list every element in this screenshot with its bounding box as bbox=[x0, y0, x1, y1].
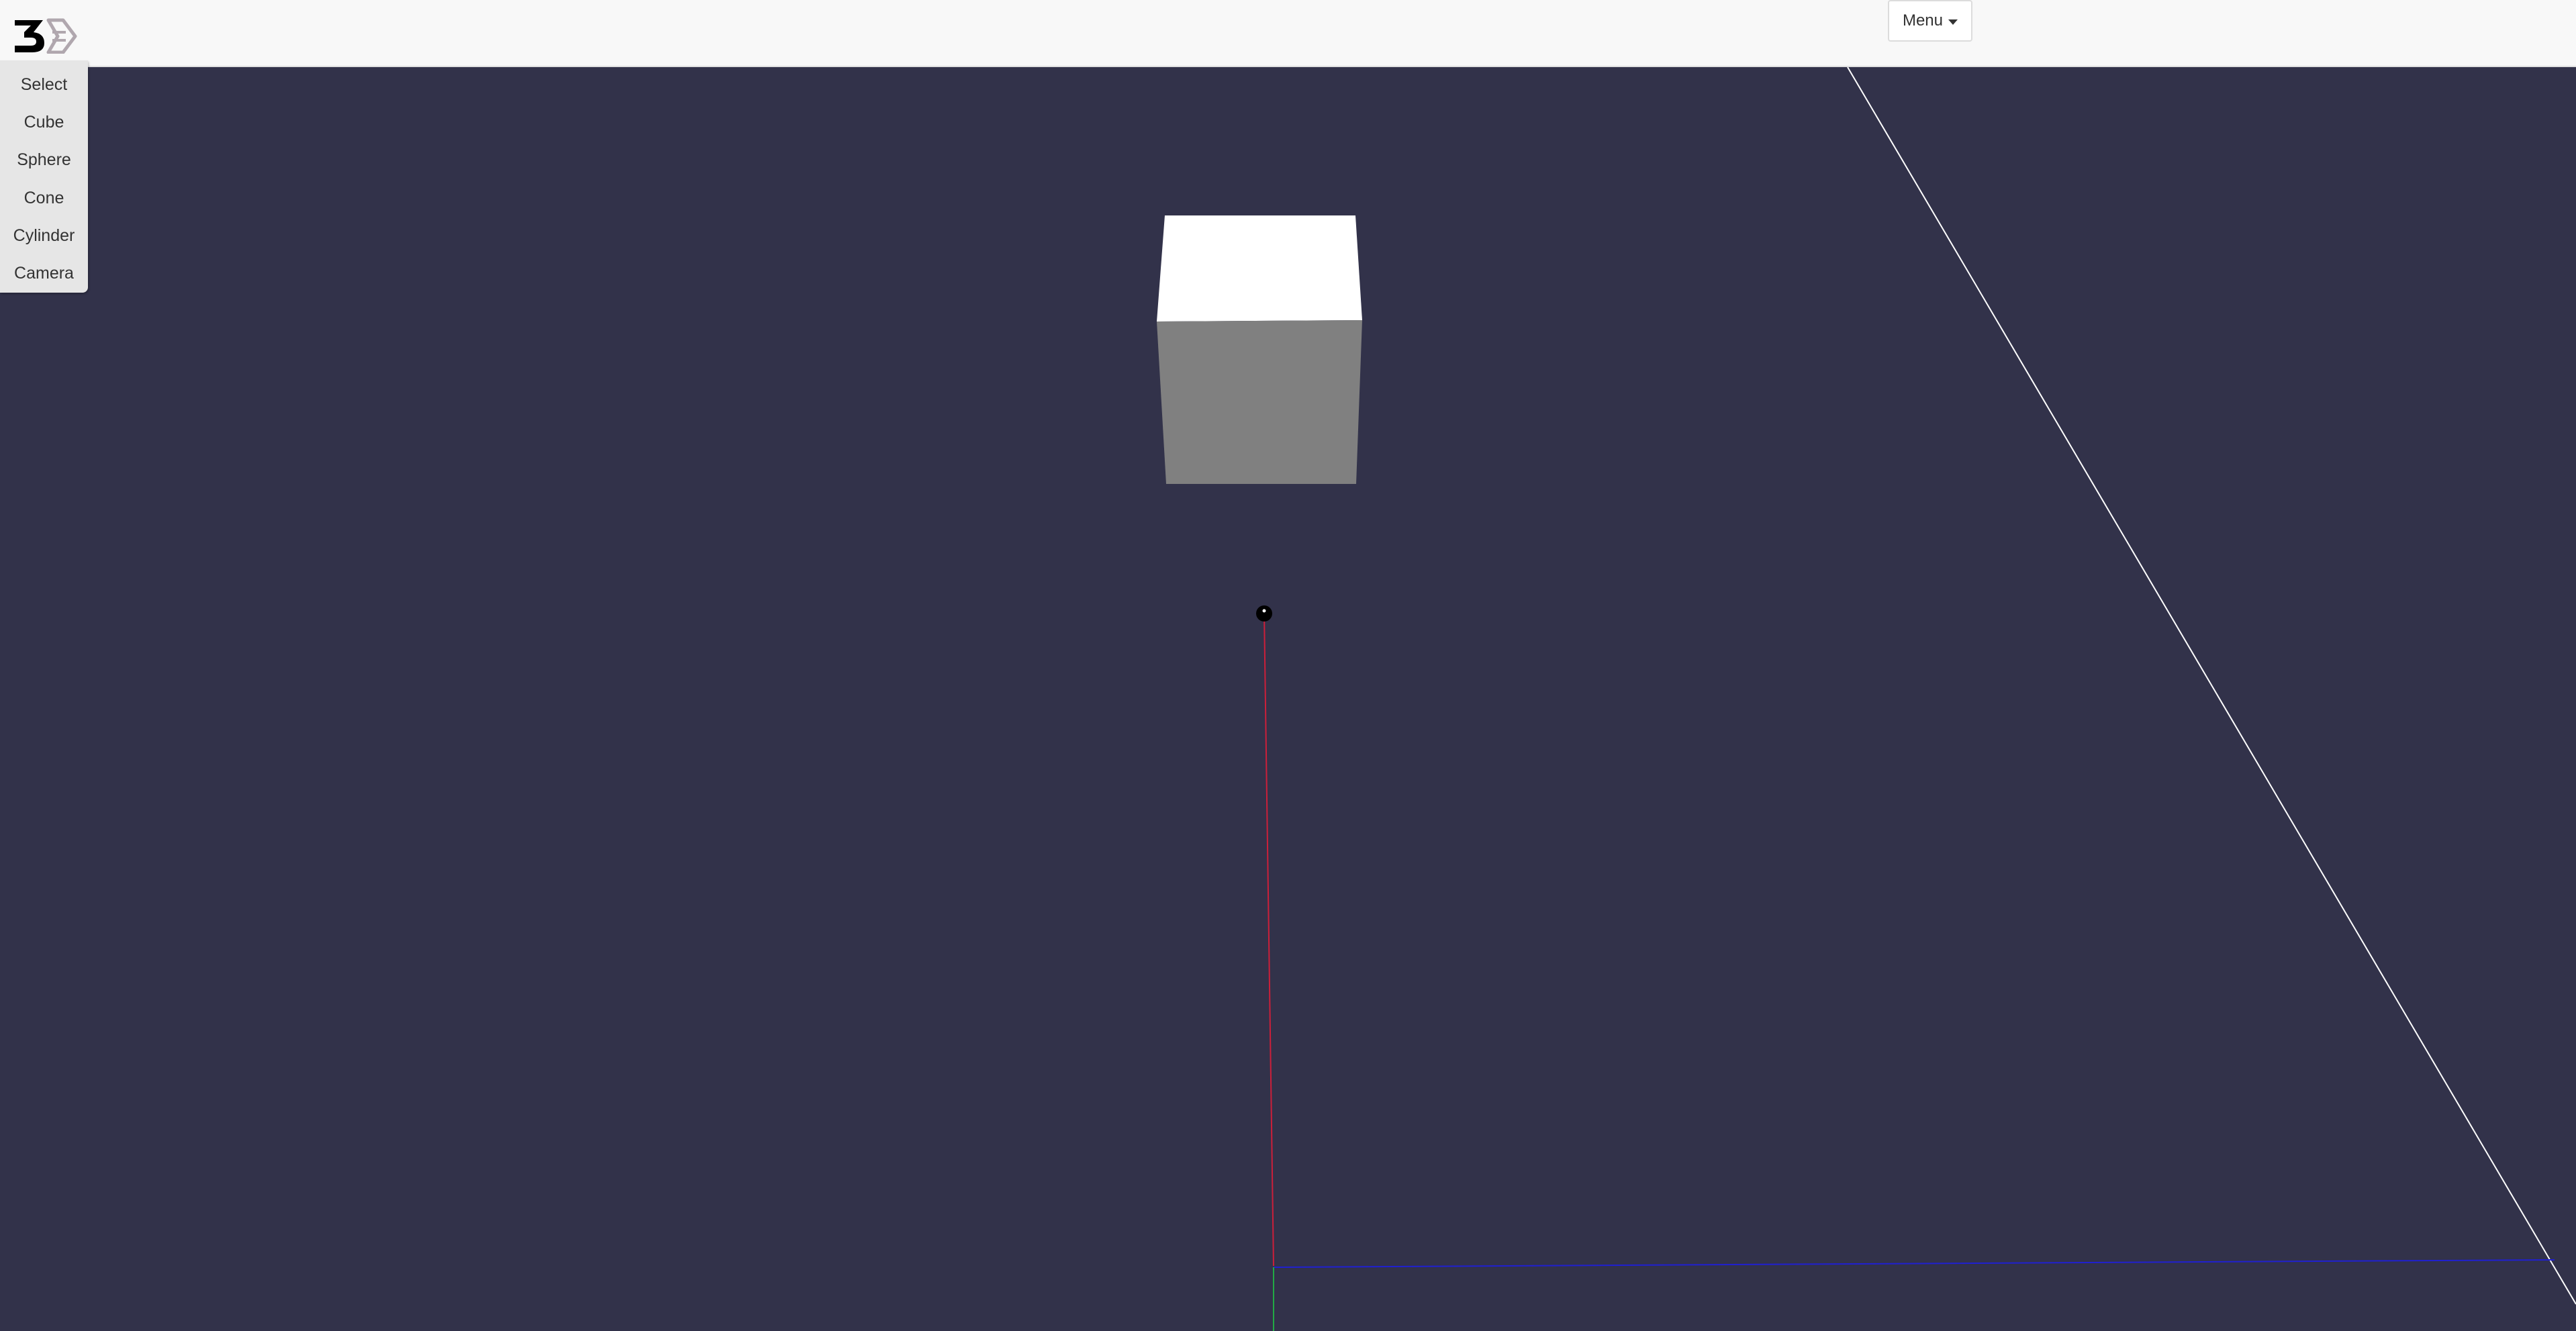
tool-cube[interactable]: Cube bbox=[0, 103, 88, 141]
axis-x-line bbox=[1263, 611, 1274, 1267]
camera-marker-highlight bbox=[1262, 609, 1266, 613]
caret-down-icon bbox=[1948, 19, 1958, 25]
tool-select[interactable]: Select bbox=[0, 66, 88, 103]
top-navbar: Menu bbox=[0, 0, 2576, 67]
tool-sphere[interactable]: Sphere bbox=[0, 142, 88, 179]
app-logo-icon[interactable] bbox=[13, 17, 81, 54]
cube-top-face bbox=[1157, 215, 1362, 322]
tool-cone[interactable]: Cone bbox=[0, 179, 88, 217]
tool-panel: Select Cube Sphere Cone Cylinder Camera bbox=[0, 60, 88, 293]
tool-cylinder[interactable]: Cylinder bbox=[0, 217, 88, 254]
tool-camera[interactable]: Camera bbox=[0, 255, 88, 293]
editor-app: Menu Select Cube Sphere Cone Cylinder Ca… bbox=[0, 0, 2576, 1331]
menu-dropdown-button[interactable]: Menu bbox=[1888, 0, 1972, 42]
scene-canvas[interactable] bbox=[0, 0, 2576, 1331]
cube-front-face bbox=[1157, 320, 1362, 484]
ground-plane-edge bbox=[1847, 66, 2576, 1305]
camera-marker-icon[interactable] bbox=[1256, 605, 1272, 622]
axis-z-line bbox=[1273, 1259, 2555, 1268]
menu-button-label: Menu bbox=[1902, 11, 1944, 30]
cube-mesh[interactable] bbox=[1157, 215, 1362, 484]
